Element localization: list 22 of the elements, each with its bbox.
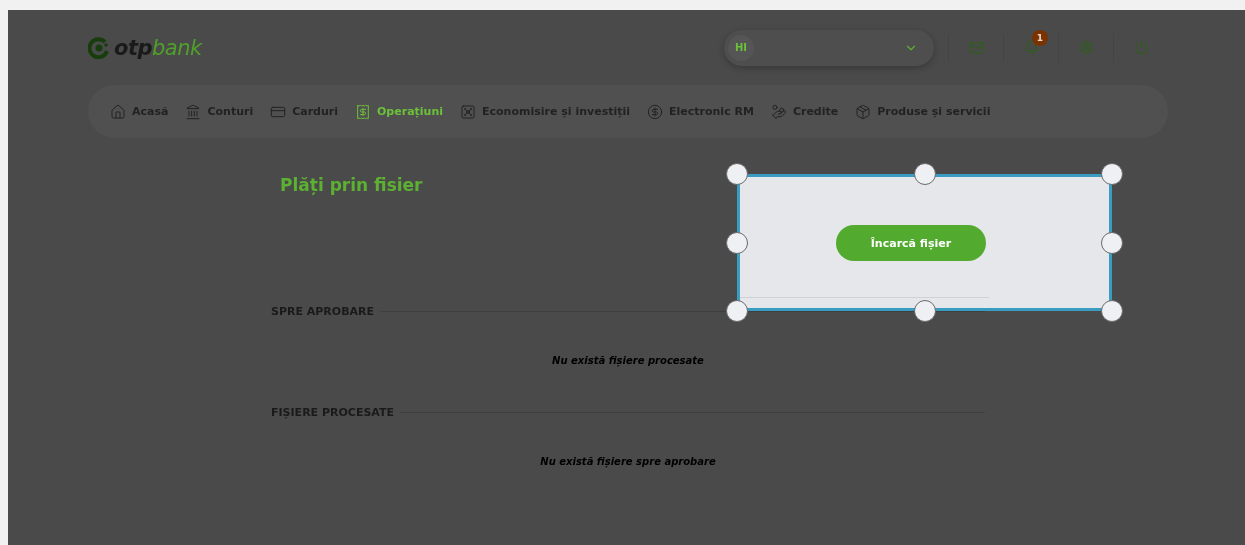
resize-handle[interactable] [726,231,748,254]
resize-handle[interactable] [1101,300,1123,322]
empty-message: Nu există fișiere procesate [552,355,704,367]
notification-badge: 1 [1032,29,1048,46]
nav-item[interactable]: Operațiuni [355,103,443,120]
logo-icon [88,36,110,59]
receipt-icon [355,103,371,120]
house-icon [110,103,126,120]
empty-message: Nu există fișiere spre aprobare [540,456,716,468]
package-icon [855,103,872,120]
resize-handle[interactable] [726,300,748,322]
coin-icon [647,103,664,120]
hand-coin-icon [770,103,787,120]
resize-handle[interactable] [726,163,748,185]
upload-file-button[interactable]: Încarcă fișier [836,225,986,261]
selection-frame[interactable]: Încarcă fișier [737,174,1112,311]
page-title: Plăți prin fisier [280,175,423,197]
bank-icon [185,103,202,120]
resize-handle[interactable] [1101,163,1123,185]
user-selector[interactable]: HI [724,29,934,66]
resize-handle[interactable] [913,163,936,185]
user-avatar: HI [728,34,754,61]
